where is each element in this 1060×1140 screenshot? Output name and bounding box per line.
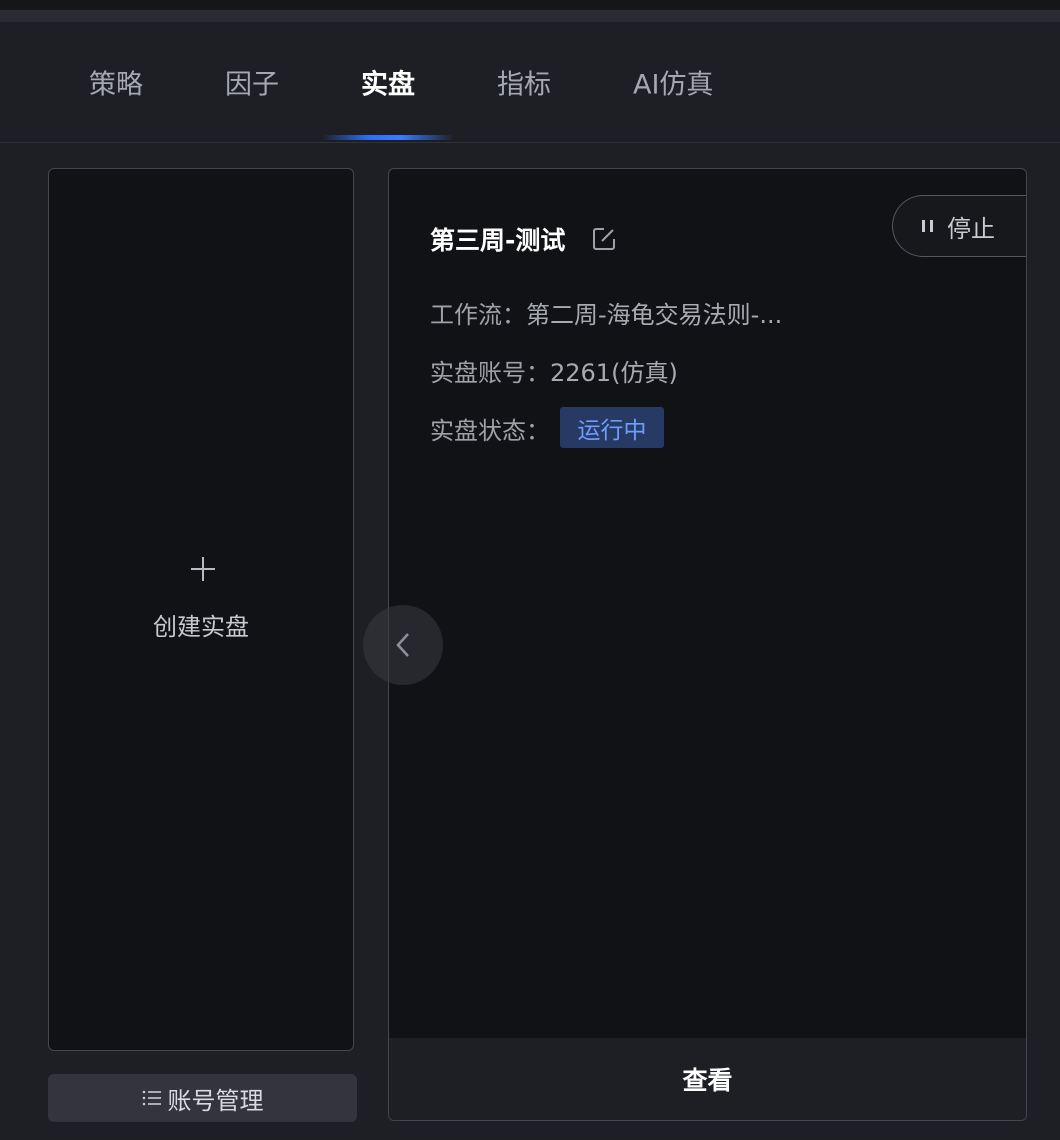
stop-label: 停止 xyxy=(947,214,995,243)
workflow-value: 第二周-海龟交易法则-... xyxy=(526,301,783,329)
status-badge: 运行中 xyxy=(560,407,664,448)
workflow-label: 工作流： xyxy=(430,301,526,329)
active-tab-indicator xyxy=(322,135,454,140)
status-label: 实盘状态： xyxy=(430,417,550,445)
chevron-left-icon xyxy=(396,633,409,657)
tab-strategy[interactable]: 策略 xyxy=(89,63,143,102)
tab-factor[interactable]: 因子 xyxy=(225,63,279,102)
previous-button[interactable] xyxy=(363,605,443,685)
account-label: 实盘账号： xyxy=(430,359,550,387)
create-live-label: 创建实盘 xyxy=(153,613,249,641)
tab-ai-simulation[interactable]: AI仿真 xyxy=(633,63,713,102)
account-value: 2261(仿真) xyxy=(550,359,678,387)
tab-live[interactable]: 实盘 xyxy=(361,63,415,102)
edit-icon[interactable] xyxy=(591,226,617,252)
plus-icon xyxy=(189,555,217,583)
create-live-card[interactable]: 创建实盘 xyxy=(48,168,354,1051)
live-card-title: 第三周-测试 xyxy=(430,226,566,255)
list-icon xyxy=(142,1090,161,1106)
window-top-strip xyxy=(0,0,1060,10)
tab-bar: 策略 因子 实盘 指标 AI仿真 xyxy=(0,22,1060,143)
tab-indicator[interactable]: 指标 xyxy=(497,63,551,102)
status-row: 实盘状态： xyxy=(430,411,550,446)
account-row: 实盘账号：2261(仿真) xyxy=(430,353,678,388)
pause-icon xyxy=(922,220,933,232)
account-management-label: 账号管理 xyxy=(167,1086,264,1115)
view-label: 查看 xyxy=(682,1066,733,1095)
window-top-bar xyxy=(0,10,1060,22)
stop-button[interactable]: 停止 xyxy=(892,195,1026,257)
account-management-button[interactable]: 账号管理 xyxy=(48,1074,357,1122)
view-button[interactable]: 查看 xyxy=(389,1038,1026,1120)
live-trading-card: 第三周-测试 停止 工作流：第二周-海龟交易法则-... 实盘账号：2261(仿… xyxy=(388,168,1027,1121)
workflow-row: 工作流：第二周-海龟交易法则-... xyxy=(430,295,782,330)
